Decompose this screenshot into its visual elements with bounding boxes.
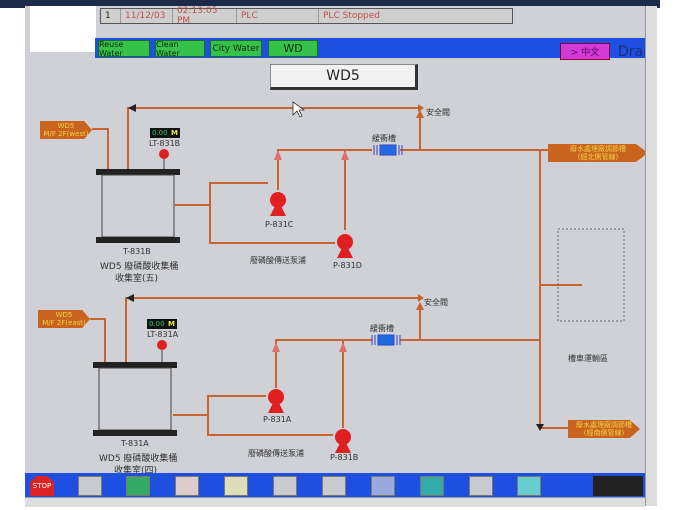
tank-id: T-831A [121, 439, 149, 448]
mouse-cursor-icon [292, 101, 305, 118]
level-sensor-icon [159, 149, 169, 159]
trend-icon[interactable] [78, 476, 102, 496]
status-display [593, 476, 643, 496]
buffer-label: 緩衝槽 [370, 324, 394, 333]
window-icon[interactable] [371, 476, 395, 496]
arrow-icon [416, 302, 424, 310]
source-tag-east[interactable]: WD5 M/F 2F(east) [38, 310, 90, 328]
pump-label[interactable]: P-831A [263, 415, 291, 424]
tank-id: T-831B [123, 247, 151, 256]
destination-tag-north[interactable]: 廢水處理廠調節槽 (經北側管線) [548, 144, 648, 162]
room-name: 收集室(五) [115, 274, 159, 284]
report-icon[interactable] [273, 476, 297, 496]
arrow-icon [128, 104, 136, 112]
vertical-scrollbar[interactable] [645, 6, 657, 506]
exit-icon[interactable] [420, 476, 444, 496]
arrow-icon [418, 104, 424, 112]
alarm-icon[interactable] [175, 476, 199, 496]
buffer-tank-icon [371, 144, 403, 346]
pump-group-label: 廢磷酸傳送泵浦 [248, 449, 304, 458]
pump-label[interactable]: P-831B [330, 453, 358, 462]
arrow-icon [126, 294, 134, 302]
level-display-lt-831a: 0.00 M [147, 319, 177, 329]
lock-icon[interactable] [469, 476, 493, 496]
level-id: LT-831B [149, 139, 181, 148]
buffer-label: 緩衝槽 [372, 134, 396, 143]
horizontal-scrollbar[interactable] [25, 497, 645, 507]
level-id: LT-831A [147, 330, 179, 339]
cursor-icon[interactable] [517, 476, 541, 496]
pump-group-label: 廢磷酸傳送泵浦 [250, 256, 306, 265]
arrow-icon [416, 110, 424, 118]
graph-icon[interactable] [322, 476, 346, 496]
panel-icon[interactable] [126, 476, 150, 496]
source-tag-west[interactable]: WD5 M/F 2F(west) [40, 121, 92, 139]
tank-t-831a [93, 362, 177, 436]
bell-icon[interactable] [224, 476, 248, 496]
safety-valve-label: 安全閥 [426, 108, 450, 117]
level-display-lt-831b: 0.00 M [150, 128, 180, 138]
truck-area-box [557, 228, 625, 322]
tank-t-831b [96, 169, 180, 243]
safety-valve-label: 安全閥 [424, 298, 448, 307]
pump-label[interactable]: P-831C [265, 220, 293, 229]
destination-tag-south[interactable]: 廢水處理廠調節槽 (經南側管線) [568, 420, 640, 438]
pump-label[interactable]: P-831D [333, 261, 362, 270]
truck-area-label: 槽車運輸區 [568, 354, 608, 363]
pump-icon [268, 192, 353, 453]
level-sensor-icon [157, 340, 167, 350]
